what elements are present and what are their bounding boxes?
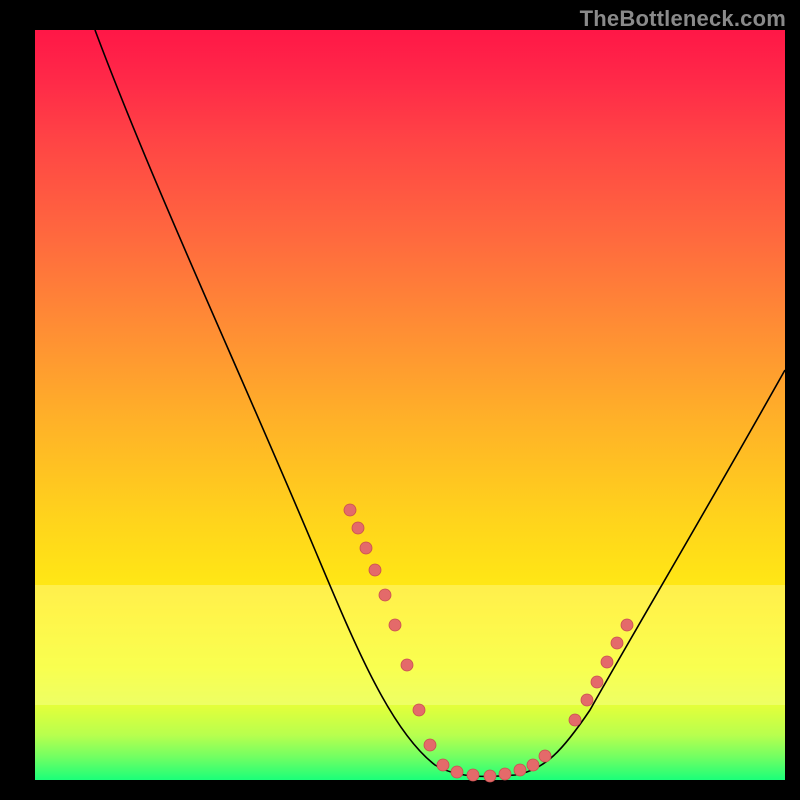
marker-point [467, 769, 479, 781]
marker-point [484, 770, 496, 782]
watermark-text: TheBottleneck.com [580, 6, 786, 32]
marker-point [591, 676, 603, 688]
marker-point [611, 637, 623, 649]
bottleneck-curve [95, 30, 785, 776]
chart-svg [35, 30, 785, 780]
marker-group [344, 504, 633, 782]
marker-point [539, 750, 551, 762]
marker-point [344, 504, 356, 516]
marker-point [601, 656, 613, 668]
marker-point [621, 619, 633, 631]
marker-point [514, 764, 526, 776]
marker-point [369, 564, 381, 576]
marker-point [401, 659, 413, 671]
marker-point [581, 694, 593, 706]
marker-point [379, 589, 391, 601]
marker-point [527, 759, 539, 771]
marker-point [437, 759, 449, 771]
marker-point [389, 619, 401, 631]
marker-point [352, 522, 364, 534]
marker-point [569, 714, 581, 726]
plot-area [35, 30, 785, 780]
marker-point [424, 739, 436, 751]
marker-point [499, 768, 511, 780]
marker-point [451, 766, 463, 778]
marker-point [413, 704, 425, 716]
marker-point [360, 542, 372, 554]
